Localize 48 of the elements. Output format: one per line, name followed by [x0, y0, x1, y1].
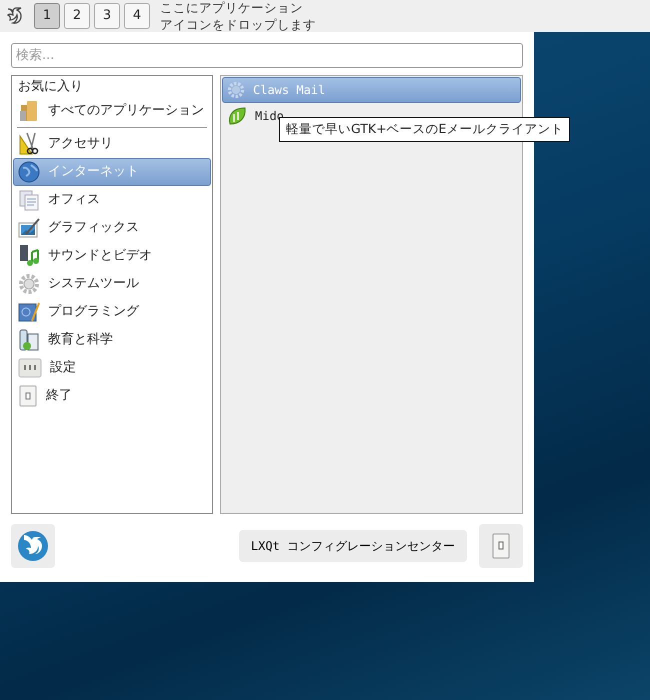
app-label: Claws Mail — [253, 82, 326, 99]
category-label: アクセサリ — [48, 135, 113, 154]
config-center-button[interactable]: LXQt コンフィグレーションセンター — [238, 530, 467, 562]
blueprint-pencil-icon — [18, 301, 40, 323]
leaf-icon — [227, 106, 247, 126]
launcher-button[interactable] — [11, 524, 55, 568]
category-label: インターネット — [48, 163, 139, 182]
leave-button[interactable] — [479, 524, 523, 568]
gear-icon — [18, 273, 40, 295]
gear-icon — [227, 81, 245, 99]
category-item[interactable]: 教育と科学 — [13, 326, 211, 354]
category-label: グラフィックス — [48, 219, 139, 238]
picture-brush-icon — [18, 217, 40, 239]
category-label: 設定 — [50, 359, 76, 378]
category-item[interactable]: グラフィックス — [13, 214, 211, 242]
category-label: サウンドとビデオ — [48, 247, 152, 266]
switch-icon — [491, 533, 511, 559]
category-item[interactable]: すべてのアプリケーション — [13, 97, 211, 125]
tooltip: 軽量で早いGTK+ベースのEメールクライアント — [279, 117, 570, 142]
category-item[interactable]: オフィス — [13, 186, 211, 214]
folder-icon — [18, 99, 40, 123]
category-label: プログラミング — [48, 303, 139, 322]
desktop-button[interactable]: 2 — [64, 3, 90, 29]
desktop-button[interactable]: 3 — [94, 3, 120, 29]
category-item[interactable]: サウンドとビデオ — [13, 242, 211, 270]
desktop-button[interactable]: 4 — [124, 3, 150, 29]
category-item[interactable]: 終了 — [13, 382, 211, 410]
search-field[interactable]: 検索... — [11, 43, 523, 68]
category-item[interactable]: プログラミング — [13, 298, 211, 326]
film-music-icon — [18, 244, 40, 268]
category-item[interactable]: システムツール — [13, 270, 211, 298]
switches-icon — [18, 357, 42, 379]
globe-icon — [18, 161, 40, 183]
category-label: すべてのアプリケーション — [48, 102, 204, 120]
category-item[interactable]: アクセサリ — [13, 130, 211, 158]
category-label: 終了 — [46, 387, 72, 406]
flask-icon — [18, 328, 40, 352]
category-label: 教育と科学 — [48, 330, 113, 350]
drop-hint: ここにアプリケーション アイコンをドロップします — [160, 0, 316, 33]
category-item[interactable]: 設定 — [13, 354, 211, 382]
category-label: オフィス — [48, 191, 100, 210]
category-label: システムツール — [48, 275, 139, 294]
documents-icon — [18, 189, 40, 211]
scissors-icon — [18, 132, 40, 156]
favorites-heading: お気に入り — [17, 78, 84, 96]
bird-icon — [17, 530, 49, 562]
desktop-button[interactable]: 1 — [34, 3, 60, 29]
switch-icon — [18, 385, 38, 407]
